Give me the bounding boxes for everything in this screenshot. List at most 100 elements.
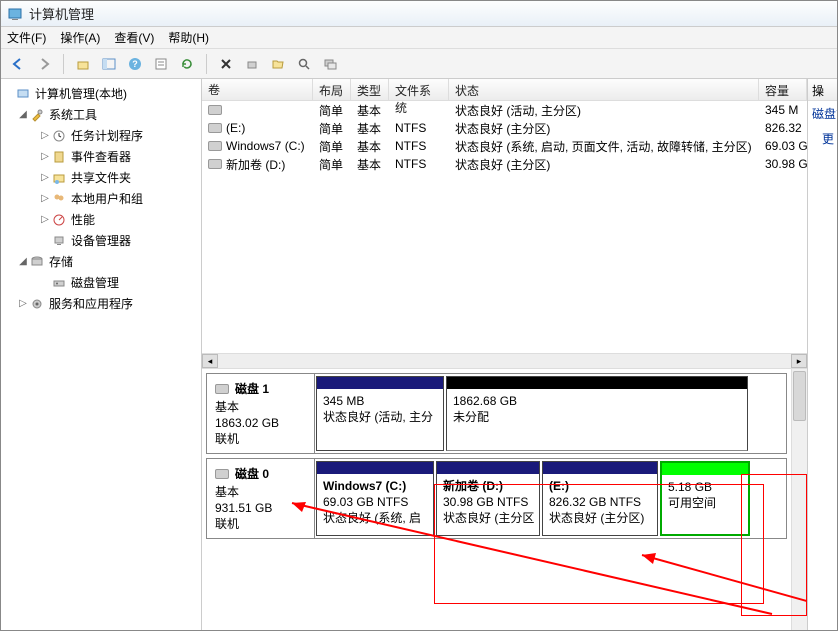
tree-device-manager[interactable]: 设备管理器 bbox=[3, 230, 199, 251]
partition[interactable]: (E:)826.32 GB NTFS状态良好 (主分区) bbox=[542, 461, 658, 536]
partition-size: 69.03 GB NTFS bbox=[323, 494, 427, 510]
clock-icon bbox=[51, 128, 67, 144]
tree-services-apps[interactable]: ▷ 服务和应用程序 bbox=[3, 293, 199, 314]
tree-event-viewer[interactable]: ▷ 事件查看器 bbox=[3, 146, 199, 167]
scroll-left-button[interactable]: ◂ bbox=[202, 354, 218, 368]
up-button[interactable] bbox=[72, 53, 94, 75]
disk-row[interactable]: 磁盘 0基本931.51 GB联机Windows7 (C:)69.03 GB N… bbox=[206, 458, 787, 539]
tree-disk-management[interactable]: 磁盘管理 bbox=[3, 272, 199, 293]
column-status[interactable]: 状态 bbox=[449, 79, 759, 100]
column-type[interactable]: 类型 bbox=[351, 79, 389, 100]
partition-bar bbox=[662, 463, 748, 475]
refresh-button[interactable] bbox=[176, 53, 198, 75]
tree-label: 共享文件夹 bbox=[71, 169, 131, 186]
expand-icon[interactable]: ▷ bbox=[17, 298, 29, 309]
show-hide-tree-button[interactable] bbox=[98, 53, 120, 75]
volume-row[interactable]: Windows7 (C:)简单基本NTFS状态良好 (系统, 启动, 页面文件,… bbox=[202, 137, 807, 155]
expand-icon[interactable]: ▷ bbox=[39, 172, 51, 183]
partition-name: (E:) bbox=[549, 478, 651, 494]
tree-performance[interactable]: ▷ 性能 bbox=[3, 209, 199, 230]
expand-icon[interactable]: ▷ bbox=[39, 151, 51, 162]
tools-icon bbox=[29, 107, 45, 123]
services-icon bbox=[29, 296, 45, 312]
annotation-arrow bbox=[632, 531, 807, 630]
partition-bar bbox=[317, 462, 433, 474]
disk-row[interactable]: 磁盘 1基本1863.02 GB联机345 MB状态良好 (活动, 主分1862… bbox=[206, 373, 787, 454]
tree-label: 计算机管理(本地) bbox=[35, 85, 127, 102]
volume-fs: NTFS bbox=[389, 157, 449, 171]
disk-icon bbox=[215, 384, 229, 394]
actions-item[interactable]: 更 bbox=[808, 126, 837, 151]
scroll-track[interactable] bbox=[218, 354, 791, 368]
partition-bar bbox=[543, 462, 657, 474]
volume-type: 基本 bbox=[351, 120, 389, 137]
partition-size: 826.32 GB NTFS bbox=[549, 494, 651, 510]
column-volume[interactable]: 卷 bbox=[202, 79, 313, 100]
expand-icon[interactable]: ▷ bbox=[39, 193, 51, 204]
storage-icon bbox=[29, 254, 45, 270]
open-button[interactable] bbox=[267, 53, 289, 75]
back-button[interactable] bbox=[7, 53, 29, 75]
menu-help[interactable]: 帮助(H) bbox=[168, 29, 209, 46]
tree-system-tools[interactable]: ◢ 系统工具 bbox=[3, 104, 199, 125]
titlebar[interactable]: 计算机管理 bbox=[1, 1, 837, 27]
tree-label: 服务和应用程序 bbox=[49, 295, 133, 312]
expand-icon[interactable]: ▷ bbox=[39, 130, 51, 141]
partition[interactable]: 345 MB状态良好 (活动, 主分 bbox=[316, 376, 444, 451]
share-icon bbox=[51, 170, 67, 186]
disk-partitions: Windows7 (C:)69.03 GB NTFS状态良好 (系统, 启新加卷… bbox=[315, 459, 786, 538]
volume-layout: 简单 bbox=[313, 120, 351, 137]
volume-row[interactable]: 简单基本状态良好 (活动, 主分区)345 M bbox=[202, 101, 807, 119]
column-layout[interactable]: 布局 bbox=[313, 79, 351, 100]
actions-item[interactable]: 磁盘管 bbox=[808, 101, 837, 126]
disk-graphical-pane[interactable]: 磁盘 1基本1863.02 GB联机345 MB状态良好 (活动, 主分1862… bbox=[202, 369, 807, 630]
volume-row[interactable]: 新加卷 (D:)简单基本NTFS状态良好 (主分区)30.98 G bbox=[202, 155, 807, 173]
menu-file[interactable]: 文件(F) bbox=[7, 29, 46, 46]
partition[interactable]: 5.18 GB可用空间 bbox=[660, 461, 750, 536]
expand-icon[interactable]: ▷ bbox=[39, 214, 51, 225]
tree-local-users[interactable]: ▷ 本地用户和组 bbox=[3, 188, 199, 209]
scroll-right-button[interactable]: ▸ bbox=[791, 354, 807, 368]
settings-button[interactable] bbox=[319, 53, 341, 75]
volume-capacity: 69.03 G bbox=[759, 139, 807, 153]
find-button[interactable] bbox=[293, 53, 315, 75]
partition-size: 30.98 GB NTFS bbox=[443, 494, 533, 510]
menu-view[interactable]: 查看(V) bbox=[114, 29, 154, 46]
perf-icon bbox=[51, 212, 67, 228]
tree-label: 事件查看器 bbox=[71, 148, 131, 165]
partition[interactable]: 新加卷 (D:)30.98 GB NTFS状态良好 (主分区 bbox=[436, 461, 540, 536]
partition-status: 状态良好 (活动, 主分 bbox=[323, 409, 437, 425]
help-button[interactable]: ? bbox=[124, 53, 146, 75]
volume-row[interactable]: (E:)简单基本NTFS状态良好 (主分区)826.32 bbox=[202, 119, 807, 137]
content-area: 计算机管理(本地) ◢ 系统工具 ▷ 任务计划程序 ▷ 事件查看器 ▷ 共享文件… bbox=[1, 79, 837, 630]
volume-list-body[interactable]: 简单基本状态良好 (活动, 主分区)345 M(E:)简单基本NTFS状态良好 … bbox=[202, 101, 807, 353]
partition[interactable]: 1862.68 GB未分配 bbox=[446, 376, 748, 451]
navigation-tree[interactable]: 计算机管理(本地) ◢ 系统工具 ▷ 任务计划程序 ▷ 事件查看器 ▷ 共享文件… bbox=[1, 79, 202, 630]
volume-status: 状态良好 (系统, 启动, 页面文件, 活动, 故障转储, 主分区) bbox=[449, 138, 759, 155]
volume-capacity: 826.32 bbox=[759, 121, 807, 135]
partition[interactable]: Windows7 (C:)69.03 GB NTFS状态良好 (系统, 启 bbox=[316, 461, 434, 536]
action-button[interactable] bbox=[241, 53, 263, 75]
properties-button[interactable] bbox=[150, 53, 172, 75]
partition-size: 345 MB bbox=[323, 393, 437, 409]
forward-button[interactable] bbox=[33, 53, 55, 75]
partition-status: 可用空间 bbox=[668, 495, 742, 511]
vertical-scrollbar[interactable] bbox=[791, 369, 807, 630]
horizontal-scrollbar[interactable]: ◂ ▸ bbox=[202, 353, 807, 369]
partition-status: 状态良好 (系统, 启 bbox=[323, 510, 427, 526]
tree-root[interactable]: 计算机管理(本地) bbox=[3, 83, 199, 104]
column-filesystem[interactable]: 文件系统 bbox=[389, 79, 449, 100]
delete-button[interactable] bbox=[215, 53, 237, 75]
volume-list-header[interactable]: 卷 布局 类型 文件系统 状态 容量 bbox=[202, 79, 807, 101]
column-capacity[interactable]: 容量 bbox=[759, 79, 807, 100]
menu-action[interactable]: 操作(A) bbox=[60, 29, 100, 46]
tree-storage[interactable]: ◢ 存储 bbox=[3, 251, 199, 272]
volume-layout: 简单 bbox=[313, 102, 351, 119]
tree-task-scheduler[interactable]: ▷ 任务计划程序 bbox=[3, 125, 199, 146]
disk-info: 磁盘 0基本931.51 GB联机 bbox=[207, 459, 315, 538]
device-icon bbox=[51, 233, 67, 249]
expand-icon[interactable]: ◢ bbox=[17, 109, 29, 120]
tree-shared-folders[interactable]: ▷ 共享文件夹 bbox=[3, 167, 199, 188]
expand-icon[interactable]: ◢ bbox=[17, 256, 29, 267]
scroll-thumb[interactable] bbox=[793, 371, 806, 421]
